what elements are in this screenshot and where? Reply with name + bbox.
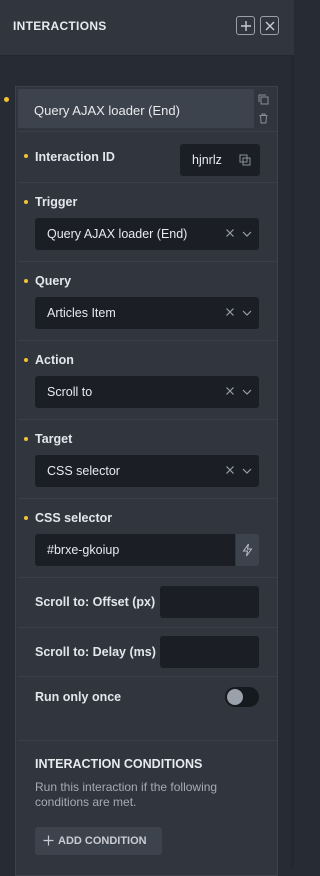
interaction-id-field: Interaction ID hjnrlz [18,131,277,182]
action-field: Action Scroll to [18,340,277,419]
target-label: Target [35,432,73,446]
chevron-down-icon [242,231,252,237]
add-condition-label: ADD CONDITION [58,835,147,847]
add-condition-button[interactable]: ADD CONDITION [35,827,162,855]
interaction-card-title: Query AJAX loader (End) [34,103,180,118]
interaction-conditions-section: INTERACTION CONDITIONS Run this interact… [18,740,277,873]
trigger-label: Trigger [35,195,78,209]
query-value: Articles Item [47,306,116,320]
target-value: CSS selector [47,464,120,478]
css-selector-label: CSS selector [35,511,113,525]
target-select[interactable]: CSS selector [35,455,259,487]
query-field: Query Articles Item [18,261,277,340]
interaction-card: Query AJAX loader (End) Interaction ID h… [15,86,278,876]
query-select[interactable]: Articles Item [35,297,259,329]
copy-icon[interactable] [239,154,251,166]
trigger-field: Trigger Query AJAX loader (End) [18,182,277,261]
conditions-description: Run this interaction if the following co… [35,780,218,809]
duplicate-icon[interactable] [258,94,269,105]
scroll-offset-field: Scroll to: Offset (px) [18,577,277,627]
field-set-indicator [24,154,28,158]
field-set-indicator [24,358,28,362]
chevron-down-icon [242,310,252,316]
clear-icon[interactable] [225,386,235,396]
interaction-id-input[interactable]: hjnrlz [180,144,260,176]
trigger-select[interactable]: Query AJAX loader (End) [35,218,259,250]
interaction-card-header[interactable]: Query AJAX loader (End) [18,89,254,128]
css-selector-input[interactable]: #brxe-gkoiup [35,534,235,566]
clear-icon[interactable] [225,307,235,317]
close-panel-button[interactable] [260,16,279,35]
target-field: Target CSS selector [18,419,277,498]
scroll-delay-field: Scroll to: Delay (ms) [18,627,277,676]
chevron-down-icon [242,468,252,474]
action-select[interactable]: Scroll to [35,376,259,408]
field-set-indicator [24,437,28,441]
scroll-delay-label: Scroll to: Delay (ms) [35,645,156,659]
scroll-offset-label: Scroll to: Offset (px) [35,595,156,609]
interaction-id-value: hjnrlz [192,153,222,167]
trigger-value: Query AJAX loader (End) [47,227,188,241]
dynamic-data-button[interactable] [236,534,259,566]
chevron-down-icon [242,389,252,395]
run-once-field: Run only once [18,676,277,740]
field-set-indicator [24,279,28,283]
run-once-label: Run only once [35,690,122,704]
field-set-indicator [24,516,28,520]
interaction-active-indicator [4,97,9,102]
panel-header: INTERACTIONS [0,0,294,56]
css-selector-value: #brxe-gkoiup [47,543,120,557]
scroll-offset-input[interactable] [160,586,259,618]
lightning-icon [242,543,253,557]
query-label: Query [35,274,72,288]
action-value: Scroll to [47,385,93,399]
add-interaction-button[interactable] [236,16,255,35]
conditions-title: INTERACTION CONDITIONS [35,757,203,771]
action-label: Action [35,353,74,367]
scroll-delay-input[interactable] [160,636,259,668]
css-selector-field: CSS selector #brxe-gkoiup [18,498,277,577]
scrollbar[interactable] [291,56,294,869]
plus-icon [240,20,251,31]
plus-icon [43,835,54,846]
field-set-indicator [24,200,28,204]
close-icon [265,21,274,30]
panel-title: INTERACTIONS [13,19,107,33]
interaction-id-label: Interaction ID [35,150,115,164]
clear-icon[interactable] [225,228,235,238]
trash-icon[interactable] [258,113,269,124]
clear-icon[interactable] [225,465,235,475]
toggle-knob [227,689,243,705]
run-once-toggle[interactable] [225,687,259,707]
